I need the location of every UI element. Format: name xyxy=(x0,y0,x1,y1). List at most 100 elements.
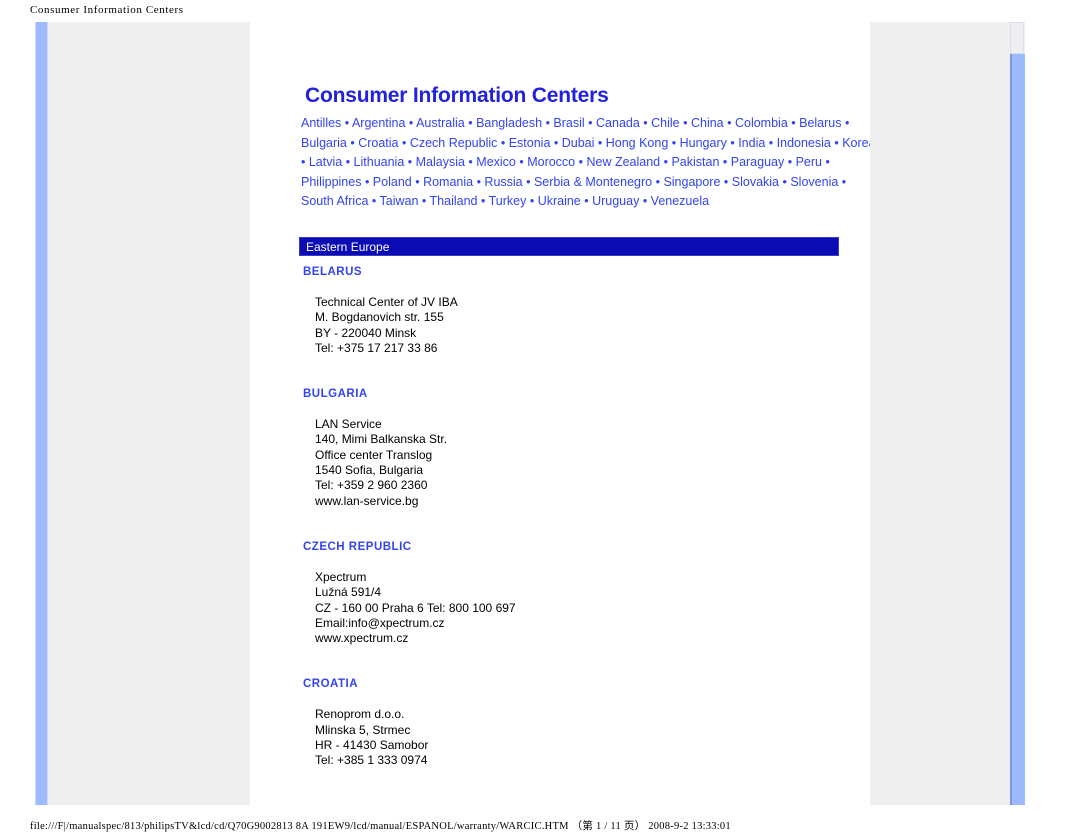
country-link-slovenia[interactable]: Slovenia xyxy=(790,175,838,189)
scrollbar-up-arrow-icon[interactable] xyxy=(1010,22,1024,54)
link-separator: • xyxy=(660,155,672,170)
link-separator: • xyxy=(765,135,777,150)
country-link-belarus[interactable]: Belarus xyxy=(799,116,841,130)
country-link-canada[interactable]: Canada xyxy=(596,116,640,130)
entry-address-line: M. Bogdanovich str. 155 xyxy=(315,310,444,325)
service-center-entry: BELARUS Technical Center of JV IBA M. Bogd… xyxy=(299,266,899,356)
link-separator: • xyxy=(542,116,554,130)
entry-address-block: Technical Center of JV IBA M. Bogdanovich… xyxy=(315,295,899,356)
country-link-indonesia[interactable]: Indonesia xyxy=(777,136,831,150)
link-separator: • xyxy=(784,155,796,170)
link-separator: • xyxy=(584,116,597,130)
link-separator: • xyxy=(668,135,680,150)
country-link-philippines[interactable]: Philippines xyxy=(301,175,361,189)
country-link-serbia-montenegro[interactable]: Serbia & Montenegro xyxy=(534,175,652,189)
entry-address-line: Lužná 591/4 xyxy=(315,585,382,600)
country-link-singapore[interactable]: Singapore xyxy=(663,175,720,189)
link-separator: • xyxy=(575,155,587,170)
link-separator: • xyxy=(720,174,732,189)
country-link-bulgaria[interactable]: Bulgaria xyxy=(301,136,347,150)
left-navigation-frame xyxy=(35,22,250,805)
country-link-bangladesh[interactable]: Bangladesh xyxy=(476,116,542,130)
link-separator: • xyxy=(346,135,359,150)
print-header-title: Consumer Information Centers xyxy=(30,4,184,16)
link-separator: • xyxy=(550,135,562,150)
link-separator: • xyxy=(639,116,652,130)
browser-page: Consumer Information Centers Antilles • … xyxy=(35,22,1025,805)
country-link-turkey[interactable]: Turkey xyxy=(489,194,527,208)
country-link-poland[interactable]: Poland xyxy=(373,175,412,189)
country-link-ukraine[interactable]: Ukraine xyxy=(538,194,581,208)
link-separator: • xyxy=(594,135,606,150)
vertical-scrollbar[interactable] xyxy=(1010,22,1025,805)
link-separator: • xyxy=(301,155,309,170)
country-link-venezuela[interactable]: Venezuela xyxy=(651,194,709,208)
entry-address-line: Office center Translog xyxy=(315,447,433,462)
country-link-taiwan[interactable]: Taiwan xyxy=(380,194,419,208)
link-separator: • xyxy=(652,174,664,189)
right-gutter xyxy=(870,22,1025,805)
entry-address-line: LAN Service xyxy=(315,417,382,432)
link-separator: • xyxy=(779,174,791,189)
link-separator: • xyxy=(405,116,417,130)
print-footer-timestamp: 2008-9-2 13:33:01 xyxy=(648,821,731,832)
country-link-lithuania[interactable]: Lithuania xyxy=(354,155,405,169)
country-link-russia[interactable]: Russia xyxy=(484,175,522,189)
country-link-australia[interactable]: Australia xyxy=(416,116,465,130)
country-link-india[interactable]: India xyxy=(738,136,765,150)
entry-address-line: 140, Mimi Balkanska Str. xyxy=(315,432,448,447)
country-link-peru[interactable]: Peru xyxy=(796,155,822,169)
entry-address-line: Renoprom d.o.o. xyxy=(315,707,405,722)
page-title: Consumer Information Centers xyxy=(305,84,609,108)
country-link-chile[interactable]: Chile xyxy=(651,116,680,130)
country-link-malaysia[interactable]: Malaysia xyxy=(416,155,465,169)
service-center-entry: BULGARIA LAN Service 140, Mimi Balkanska S… xyxy=(299,388,899,509)
link-separator: • xyxy=(477,194,489,209)
country-link-hong-kong[interactable]: Hong Kong xyxy=(606,136,669,150)
link-separator: • xyxy=(726,135,739,150)
link-separator: • xyxy=(821,155,830,170)
country-link-romania[interactable]: Romania xyxy=(423,175,473,189)
link-separator: • xyxy=(404,155,416,170)
scrollbar-thumb[interactable] xyxy=(1010,54,1025,805)
country-link-colombia[interactable]: Colombia xyxy=(735,116,788,130)
link-separator: • xyxy=(639,194,651,209)
country-link-latvia[interactable]: Latvia xyxy=(309,155,342,169)
entry-address-line: Technical Center of JV IBA xyxy=(315,295,458,309)
entry-address-line: CZ - 160 00 Praha 6 Tel: 800 100 697 xyxy=(315,600,516,615)
country-link-croatia[interactable]: Croatia xyxy=(358,136,398,150)
country-link-czech-republic[interactable]: Czech Republic xyxy=(410,136,498,150)
country-link-hungary[interactable]: Hungary xyxy=(680,136,727,150)
country-link-morocco[interactable]: Morocco xyxy=(527,155,575,169)
entry-address-line: Email:info@xpectrum.cz xyxy=(315,615,445,630)
country-link-argentina[interactable]: Argentina xyxy=(352,116,406,130)
country-link-estonia[interactable]: Estonia xyxy=(509,136,551,150)
service-center-entry: CROATIA Renoprom d.o.o. Mlinska 5, Strmec H… xyxy=(299,678,899,768)
link-separator: • xyxy=(473,174,485,189)
country-link-thailand[interactable]: Thailand xyxy=(430,194,478,208)
country-link-list: Antilles • Argentina • Australia • Bangl… xyxy=(301,114,881,212)
entry-address-line: BY - 220040 Minsk xyxy=(315,325,417,340)
country-link-south-africa[interactable]: South Africa xyxy=(301,194,368,208)
link-separator: • xyxy=(411,174,424,189)
link-separator: • xyxy=(464,116,477,130)
link-separator: • xyxy=(341,116,352,130)
link-separator: • xyxy=(361,174,373,189)
entry-country-heading: CROATIA xyxy=(303,678,359,691)
country-link-new-zealand[interactable]: New Zealand xyxy=(586,155,660,169)
country-link-slovakia[interactable]: Slovakia xyxy=(732,175,779,189)
country-link-uruguay[interactable]: Uruguay xyxy=(592,194,639,208)
country-link-paraguay[interactable]: Paraguay xyxy=(731,155,785,169)
link-separator: • xyxy=(464,155,477,170)
entry-address-line: www.lan-service.bg xyxy=(315,493,419,508)
entry-country-heading: BELARUS xyxy=(303,266,363,278)
country-link-antilles[interactable]: Antilles xyxy=(301,116,341,130)
country-link-dubai[interactable]: Dubai xyxy=(562,136,595,150)
country-link-pakistan[interactable]: Pakistan xyxy=(671,155,719,169)
entry-country-heading: BULGARIA xyxy=(303,388,368,401)
country-link-brasil[interactable]: Brasil xyxy=(553,116,584,130)
link-separator: • xyxy=(526,194,538,209)
country-link-china[interactable]: China xyxy=(691,116,724,130)
entry-country-heading: CZECH REPUBLIC xyxy=(303,540,412,553)
country-link-mexico[interactable]: Mexico xyxy=(476,155,516,169)
